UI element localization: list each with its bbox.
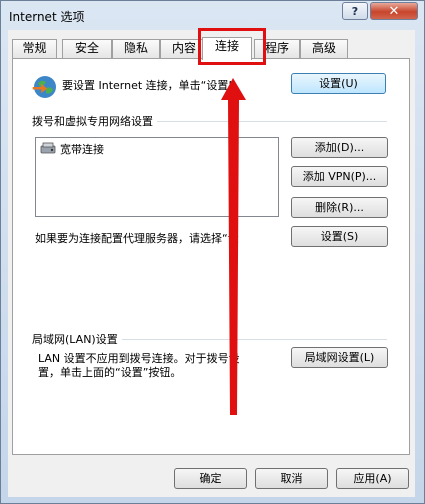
tab-security[interactable]: 安全: [62, 39, 112, 58]
connections-list[interactable]: 宽带连接: [35, 137, 279, 217]
help-button[interactable]: ?: [342, 2, 368, 20]
tab-advanced[interactable]: 高级: [300, 39, 348, 58]
dialup-settings-button[interactable]: 设置(S): [291, 226, 388, 247]
lan-settings-button[interactable]: 局域网设置(L): [291, 347, 388, 368]
tab-privacy[interactable]: 隐私: [112, 39, 160, 58]
internet-globe-icon: [32, 76, 56, 98]
title-bar[interactable]: Internet 选项 ? ✕: [1, 1, 424, 31]
close-button[interactable]: ✕: [370, 2, 418, 20]
add-button[interactable]: 添加(D)...: [291, 137, 388, 158]
tab-general[interactable]: 常规: [12, 39, 57, 58]
lan-text-line2: 置，单击上面的“设置”按钮。: [38, 366, 182, 379]
ok-button[interactable]: 确定: [174, 468, 247, 489]
dialup-heading: 拨号和虚拟专用网络设置: [32, 113, 157, 129]
apply-button[interactable]: 应用(A): [336, 468, 409, 489]
connection-icon: [40, 142, 56, 154]
setup-button[interactable]: 设置(U): [291, 73, 386, 94]
annotation-highlight-box: [198, 28, 266, 65]
cancel-button[interactable]: 取消: [255, 468, 328, 489]
add-vpn-button[interactable]: 添加 VPN(P)...: [291, 166, 388, 187]
setup-text: 要设置 Internet 连接，单击“设置”。: [62, 79, 246, 92]
window-title: Internet 选项: [9, 10, 85, 24]
proxy-text: 如果要为连接配置代理服务器，请选择“设: [35, 232, 239, 245]
list-item-label: 宽带连接: [60, 143, 104, 156]
lan-heading: 局域网(LAN)设置: [32, 331, 122, 347]
remove-button[interactable]: 删除(R)...: [291, 197, 388, 218]
